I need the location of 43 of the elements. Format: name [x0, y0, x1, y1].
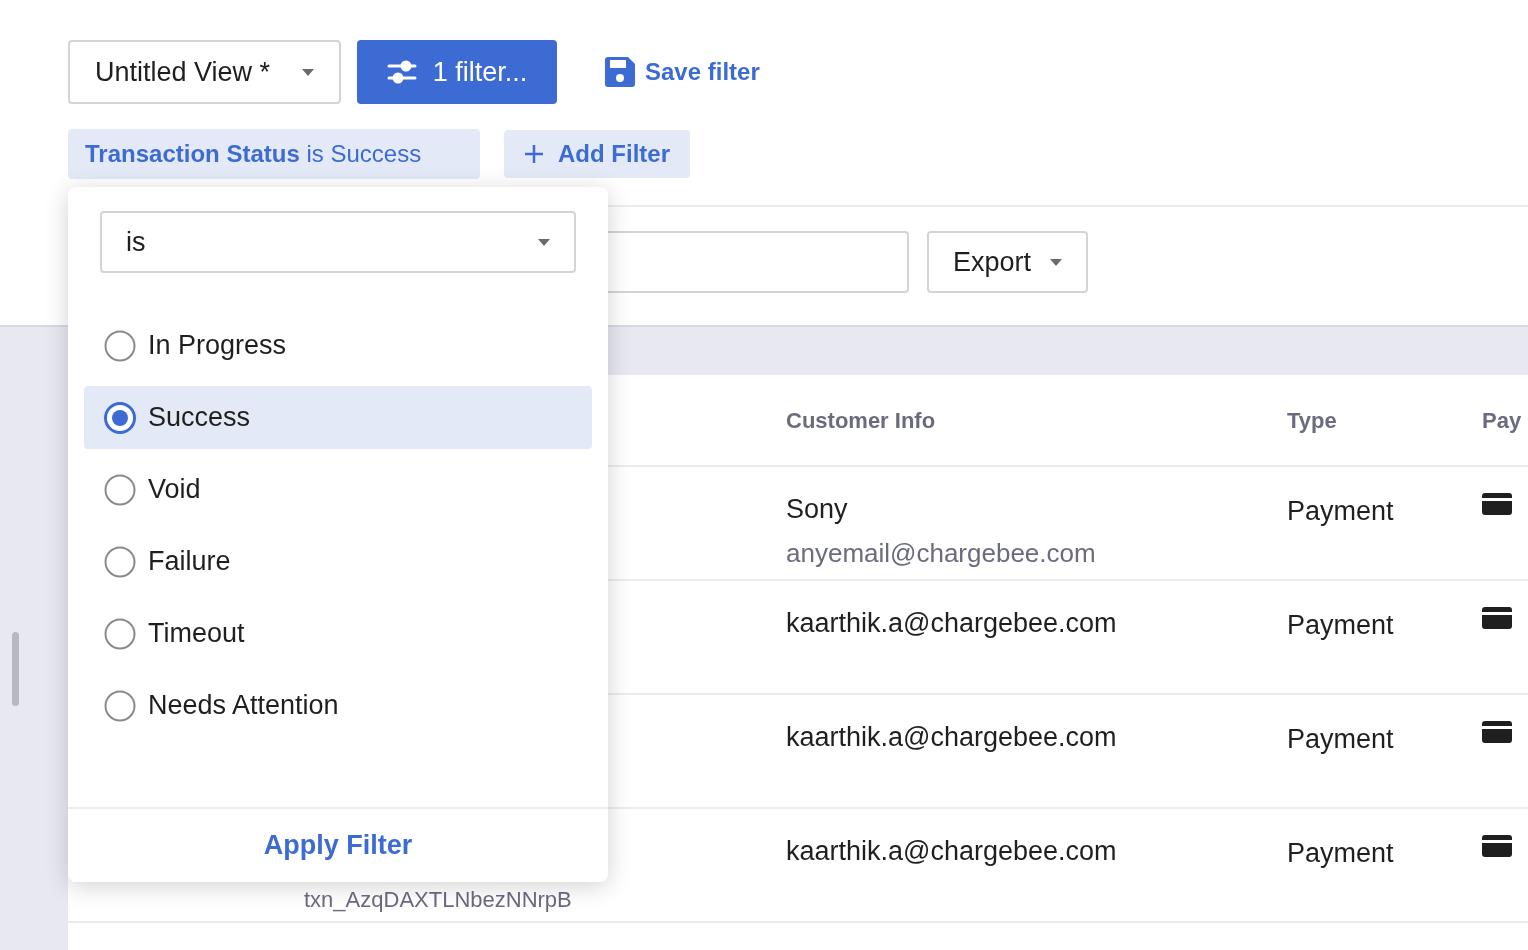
view-dropdown[interactable]: Untitled View *	[68, 40, 341, 104]
radio-option[interactable]: Needs Attention	[84, 674, 592, 737]
radio-option[interactable]: Timeout	[84, 602, 592, 665]
filter-chip[interactable]: Transaction Status is Success	[68, 129, 480, 179]
customer-name: Sony	[786, 493, 849, 526]
save-filter-link[interactable]: Save filter	[605, 54, 760, 90]
credit-card-icon	[1482, 835, 1512, 857]
radio-option[interactable]: Void	[84, 458, 592, 521]
apply-filter-button[interactable]: Apply Filter	[263, 825, 413, 866]
credit-card-icon	[1482, 607, 1512, 629]
radio-option[interactable]: Failure	[84, 530, 592, 593]
scrollbar-thumb[interactable]	[12, 632, 19, 706]
radio-icon	[104, 329, 136, 362]
caret-icon	[538, 238, 550, 246]
type-cell-text: Payment	[1287, 723, 1395, 756]
caret-icon	[1050, 258, 1062, 266]
sliders-icon	[386, 60, 417, 84]
plus-icon	[524, 144, 544, 164]
type-cell-text: Payment	[1287, 837, 1395, 870]
customer-name: kaarthik.a@chargebee.com	[786, 607, 1118, 640]
type-cell-text: Payment	[1287, 609, 1395, 642]
filter-button[interactable]: 1 filter...	[357, 40, 557, 104]
radio-icon	[104, 545, 136, 578]
customer-name: kaarthik.a@chargebee.com	[786, 721, 1118, 754]
operator-select[interactable]: is	[100, 211, 576, 273]
export-dropdown[interactable]: Export	[927, 231, 1088, 293]
caret-icon	[302, 68, 314, 76]
column-header: Customer Info	[786, 406, 937, 435]
radio-icon	[104, 617, 136, 650]
radio-icon	[104, 401, 136, 434]
radio-option[interactable]: Success	[84, 386, 592, 449]
credit-card-icon	[1482, 493, 1512, 515]
add-filter-button[interactable]: Add Filter	[504, 130, 690, 178]
type-cell-text: Payment	[1287, 495, 1395, 528]
radio-option[interactable]: In Progress	[84, 314, 592, 377]
column-header: Pay	[1482, 406, 1522, 435]
transaction-id: txn_AzqDAXTLNbezNNrpB	[304, 886, 572, 914]
radio-icon	[104, 689, 136, 722]
radio-icon	[104, 473, 136, 506]
customer-email: anyemail@chargebee.com	[786, 536, 1097, 570]
column-header: Type	[1287, 406, 1338, 435]
credit-card-icon	[1482, 721, 1512, 743]
customer-name: kaarthik.a@chargebee.com	[786, 835, 1118, 868]
